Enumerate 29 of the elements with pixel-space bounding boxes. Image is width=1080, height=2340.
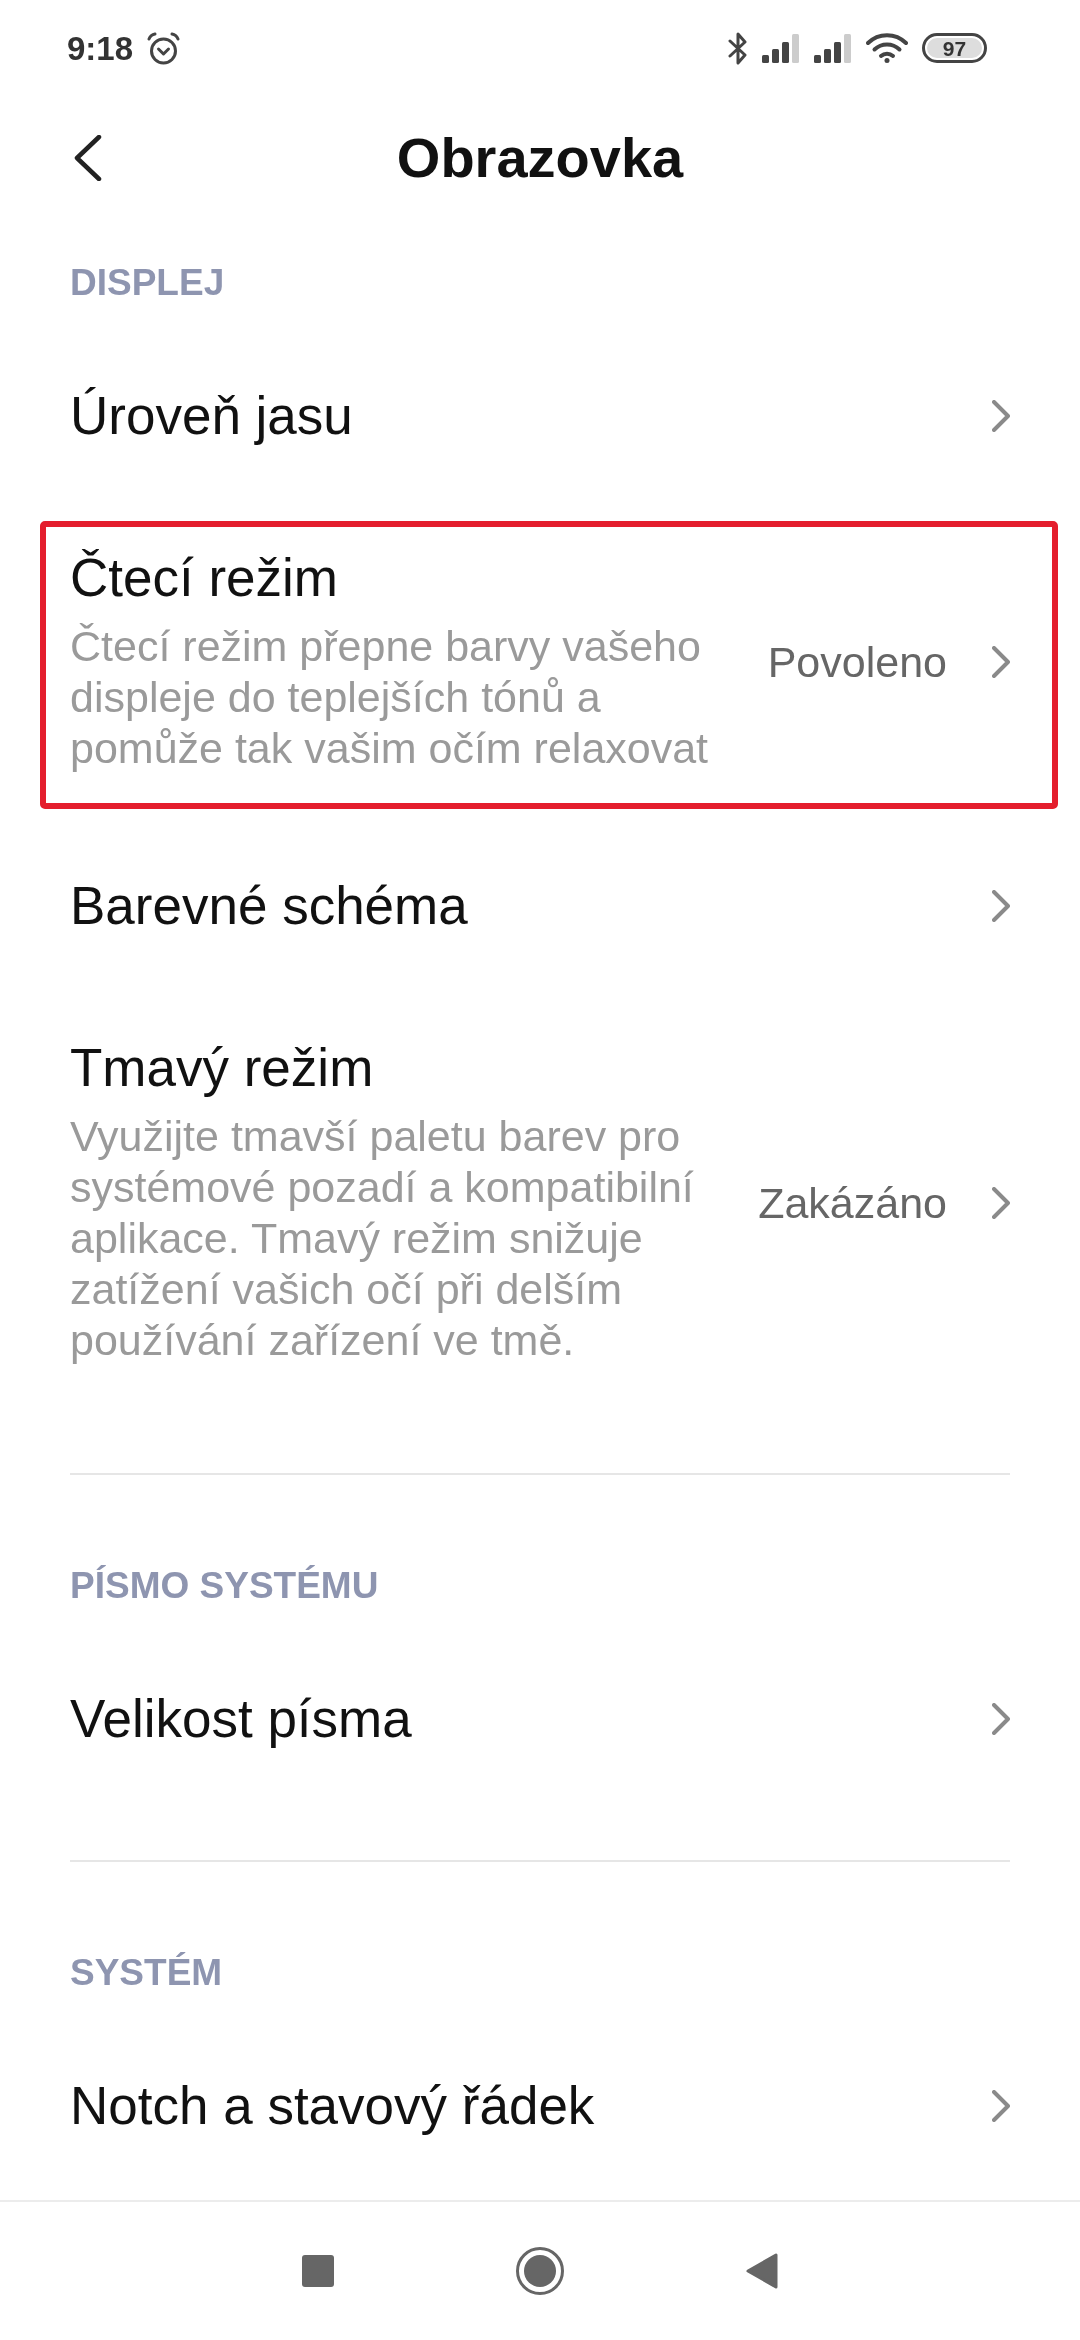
bluetooth-icon <box>728 31 748 65</box>
setting-title[interactable]: Velikost písma <box>70 1691 412 1747</box>
battery-indicator: 97 <box>922 33 987 63</box>
section-header: SYSTÉM <box>70 1952 223 1993</box>
setting-title[interactable]: Tmavý režim <box>70 1040 374 1096</box>
chevron-right-icon <box>992 400 1010 432</box>
chevron-right-icon <box>992 646 1010 678</box>
chevron-right-icon <box>992 1703 1010 1735</box>
status-time: 9:18 <box>67 31 134 65</box>
circle-icon[interactable] <box>516 2247 564 2295</box>
alarm-clock-icon <box>147 31 181 65</box>
setting-description: Využijte tmavší paletu barev pro systémové pozadí a kompatibilní aplikace. Tmavý režim snižuje zatížení vašich očí při delším používání zařízení ve tmě. <box>70 1111 695 1366</box>
setting-value: Povoleno <box>767 636 947 688</box>
page-title: Obrazovka <box>396 130 684 186</box>
setting-title[interactable]: Úroveň jasu <box>70 388 353 444</box>
signal-icon <box>762 33 800 63</box>
setting-title[interactable]: Barevné schéma <box>70 878 468 934</box>
section-header: DISPLEJ <box>70 262 225 303</box>
setting-title[interactable]: Čtecí režim <box>70 550 338 606</box>
setting-description: Čtecí režim přepne barvy vašeho displeje do teplejších tónů a pomůže tak vašim očím relaxovat <box>70 621 710 774</box>
back-icon[interactable] <box>74 135 102 181</box>
setting-value: Zakázáno <box>758 1177 947 1229</box>
section-header: PÍSMO SYSTÉMU <box>70 1565 379 1606</box>
setting-title[interactable]: Notch a stavový řádek <box>70 2078 595 2134</box>
wifi-icon <box>866 33 908 63</box>
signal-icon <box>814 33 852 63</box>
chevron-right-icon <box>992 2090 1010 2122</box>
chevron-right-icon <box>992 1187 1010 1219</box>
chevron-right-icon <box>992 890 1010 922</box>
